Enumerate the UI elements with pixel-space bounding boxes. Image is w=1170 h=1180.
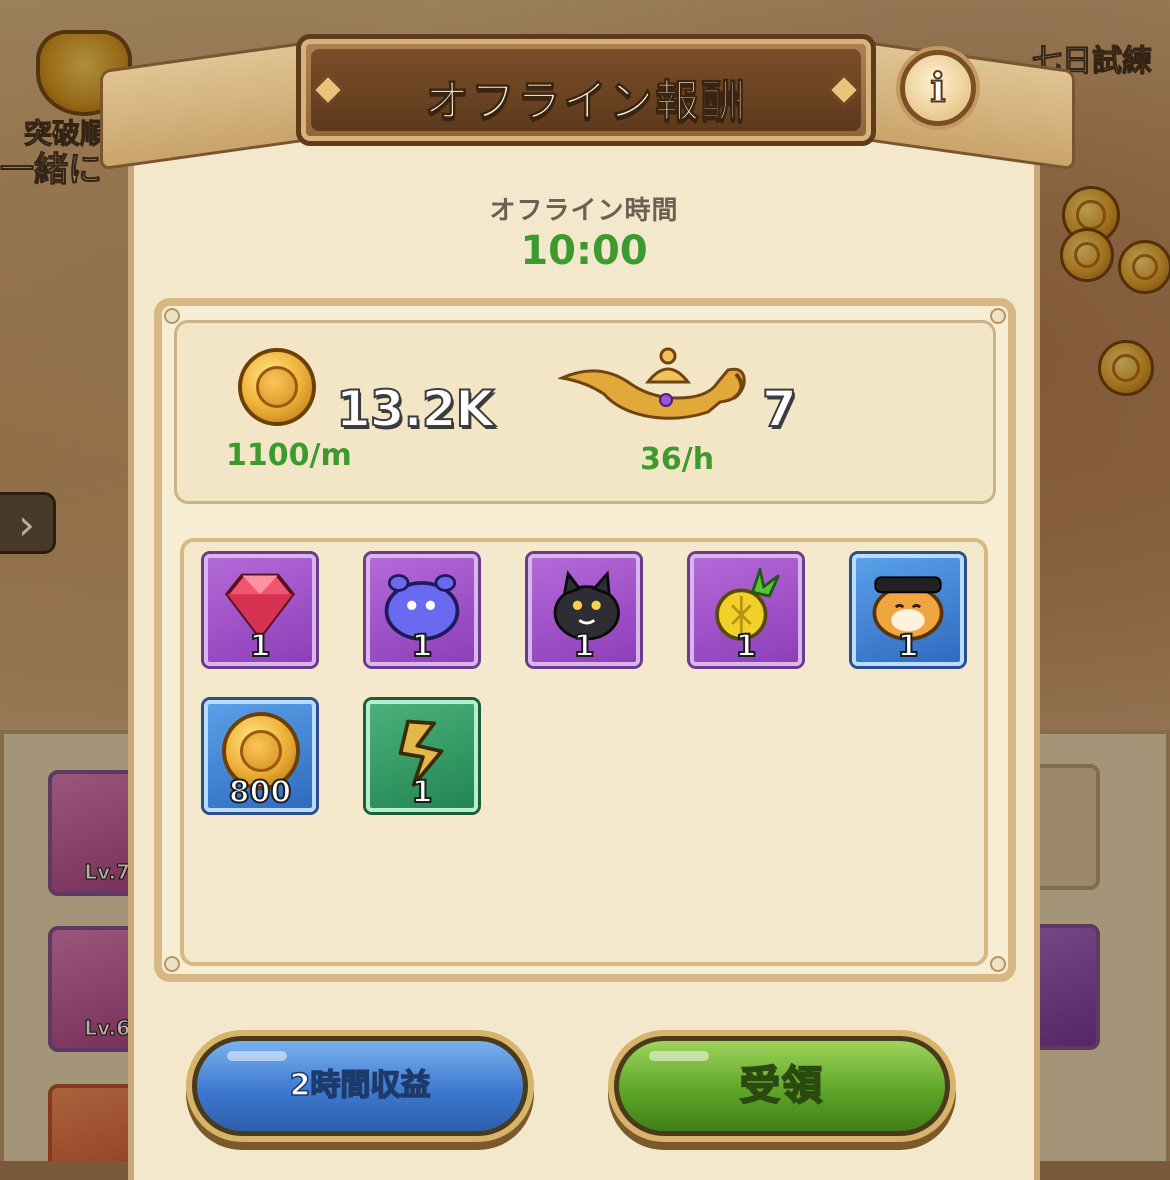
info-button[interactable]: i — [900, 50, 976, 126]
item-quantity: 1 — [411, 774, 434, 810]
lamp-amount: 7 — [761, 379, 798, 439]
reward-item[interactable]: 1 — [204, 554, 316, 666]
item-quantity: 1 — [573, 628, 596, 664]
reward-item[interactable]: 1 — [366, 700, 478, 812]
item-quantity: 1 — [735, 628, 758, 664]
double-income-button[interactable]: 2時間収益 — [192, 1036, 528, 1136]
item-quantity: 1 — [411, 628, 434, 664]
title-banner: オフライン報酬 — [296, 34, 876, 146]
claim-button[interactable]: 受領 — [614, 1036, 950, 1136]
item-quantity: 800 — [228, 774, 293, 810]
gold-amount: 13.2K — [335, 379, 495, 439]
reward-item[interactable]: 1 — [528, 554, 640, 666]
item-quantity: 1 — [897, 628, 920, 664]
offline-time-value: 10:00 — [520, 228, 648, 274]
item-quantity: 1 — [249, 628, 272, 664]
lamp-rate: 36/h — [640, 442, 715, 477]
info-icon: i — [929, 64, 946, 113]
gold-rate: 1100/m — [226, 438, 352, 473]
reward-item[interactable]: 1 — [852, 554, 964, 666]
reward-item[interactable]: 800 — [204, 700, 316, 812]
gold-coin-icon — [238, 348, 316, 426]
offline-time-label: オフライン時間 — [489, 196, 679, 226]
magic-lamp-icon — [558, 347, 746, 420]
reward-item[interactable]: 1 — [690, 554, 802, 666]
dialog-title: オフライン報酬 — [425, 76, 747, 128]
reward-item[interactable]: 1 — [366, 554, 478, 666]
